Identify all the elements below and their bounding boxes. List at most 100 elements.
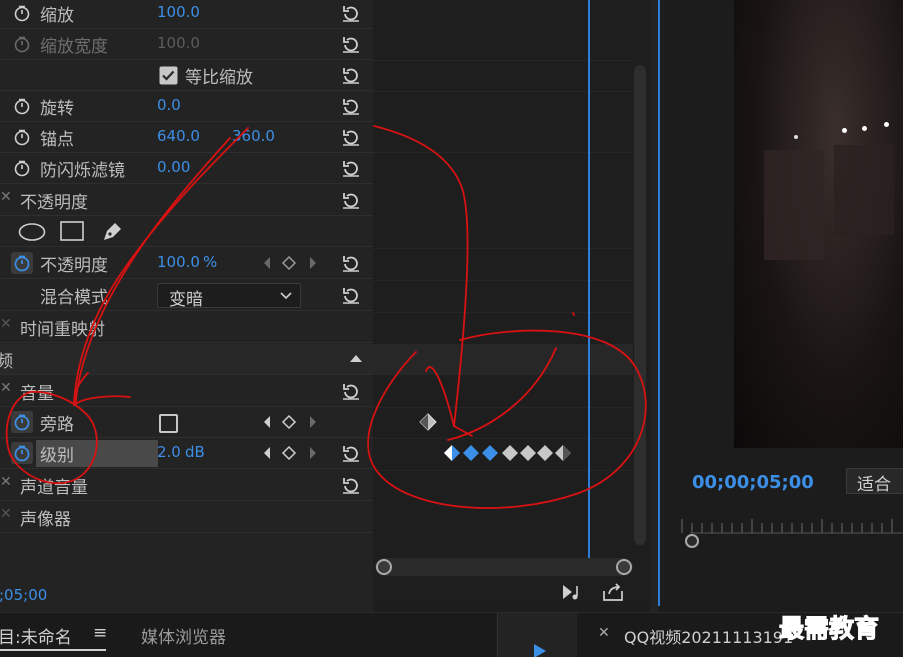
reset-icon[interactable] <box>340 442 362 464</box>
keyframes-level[interactable] <box>443 444 573 462</box>
scale-value[interactable]: 100.0 <box>157 3 200 21</box>
reset-icon[interactable] <box>340 64 362 86</box>
video-frame[interactable] <box>734 0 903 448</box>
close-icon[interactable]: ✕ <box>0 474 12 490</box>
opacity-value[interactable]: 100.0 <box>157 253 200 271</box>
reset-icon[interactable] <box>340 95 362 117</box>
reset-icon[interactable] <box>340 252 362 274</box>
stopwatch-active-icon[interactable] <box>11 442 33 464</box>
export-icon[interactable] <box>601 582 625 602</box>
anchor-y-value[interactable]: 360.0 <box>232 127 275 145</box>
property-label: 旁路 <box>40 415 74 435</box>
selection-tool-icon[interactable] <box>532 643 548 657</box>
stopwatch-active-icon[interactable] <box>11 252 33 274</box>
stopwatch-icon <box>14 36 30 53</box>
keyframe-timeline[interactable] <box>373 0 650 605</box>
reset-icon[interactable] <box>340 2 362 24</box>
zoom-handle-left[interactable] <box>376 559 392 575</box>
effect-controls-timecode[interactable]: ;05;00 <box>0 586 47 604</box>
fit-dropdown[interactable]: 适合 <box>846 468 903 495</box>
reset-icon[interactable] <box>340 126 362 148</box>
project-tab[interactable]: 目:未命名 <box>0 623 72 648</box>
reset-icon[interactable] <box>340 380 362 402</box>
bypass-checkbox[interactable] <box>159 414 178 433</box>
reset-icon[interactable] <box>340 157 362 179</box>
media-browser-tab[interactable]: 媒体浏览器 <box>141 623 226 648</box>
play-audio-icon[interactable] <box>561 582 585 602</box>
track-divider <box>373 152 633 153</box>
property-row-blend-mode: 混合模式 变暗 <box>0 280 373 311</box>
reset-icon[interactable] <box>340 474 362 496</box>
ellipse-mask-icon[interactable] <box>18 222 46 242</box>
close-icon[interactable]: ✕ <box>0 316 12 332</box>
collapse-up-icon[interactable] <box>349 353 363 363</box>
playhead[interactable] <box>588 0 590 560</box>
source-tab[interactable]: QQ视频20211113191 <box>624 624 793 648</box>
zoom-handle-right[interactable] <box>616 559 632 575</box>
reset-icon[interactable] <box>340 189 362 211</box>
effect-name: 声像器 <box>20 510 71 530</box>
section-label: 频 <box>0 352 13 372</box>
stopwatch-icon[interactable] <box>13 128 31 146</box>
close-icon[interactable]: ✕ <box>0 380 12 396</box>
video-shape <box>764 150 824 260</box>
property-label: 缩放宽度 <box>40 37 108 57</box>
effect-name: 声道音量 <box>20 478 88 498</box>
level-unit: dB <box>185 443 205 461</box>
active-tab-underline <box>0 649 106 651</box>
rectangle-mask-icon[interactable] <box>60 221 84 241</box>
property-row-level: 级别 2.0 dB <box>0 438 373 469</box>
keyframe-bypass[interactable] <box>419 413 437 431</box>
video-shape <box>834 145 894 235</box>
effect-header-volume[interactable]: ✕ 音量 <box>0 376 373 407</box>
close-icon[interactable]: ✕ <box>0 189 12 205</box>
close-icon[interactable]: ✕ <box>598 625 610 641</box>
keyframe-navigator[interactable] <box>262 445 318 461</box>
effect-header-opacity[interactable]: ✕ 不透明度 <box>0 185 373 216</box>
track-divider <box>373 60 633 61</box>
stopwatch-icon[interactable] <box>13 4 31 22</box>
keyframe-navigator[interactable] <box>262 414 318 430</box>
track-divider <box>373 248 633 249</box>
pen-mask-icon[interactable] <box>100 220 124 244</box>
reset-icon[interactable] <box>340 284 362 306</box>
chevron-down-icon <box>280 292 292 300</box>
effect-controls-footer: ;05;00 <box>0 580 373 612</box>
panel-menu-icon[interactable]: ≡ <box>93 623 107 643</box>
effect-name: 音量 <box>20 384 54 404</box>
close-icon[interactable]: ✕ <box>0 506 12 522</box>
effect-header-time-remap[interactable]: ✕ 时间重映射 <box>0 312 373 343</box>
watermark: 最需教育 <box>778 614 880 644</box>
vertical-scrollbar[interactable] <box>634 65 646 545</box>
blend-mode-dropdown[interactable]: 变暗 <box>157 283 301 310</box>
program-timecode[interactable]: 00;00;05;00 <box>692 472 814 493</box>
track-divider <box>373 280 633 281</box>
audio-section-header[interactable]: 频 <box>0 344 373 375</box>
track-divider <box>373 91 633 92</box>
horizontal-zoom-scrollbar[interactable] <box>375 558 633 576</box>
level-value[interactable]: 2.0 <box>157 443 181 461</box>
effect-header-panner[interactable]: ✕ 声像器 <box>0 502 373 533</box>
track-divider <box>373 312 633 313</box>
reset-icon[interactable] <box>340 33 362 55</box>
scale-width-value: 100.0 <box>157 34 200 52</box>
panel-border <box>650 0 658 612</box>
property-row-rotation: 旋转 0.0 <box>0 91 373 122</box>
property-label: 防闪烁滤镜 <box>40 161 125 181</box>
stopwatch-icon[interactable] <box>13 97 31 115</box>
video-light <box>842 128 847 133</box>
rotation-value[interactable]: 0.0 <box>157 96 181 114</box>
stopwatch-icon[interactable] <box>13 159 31 177</box>
effect-controls-panel: 缩放 100.0 缩放宽度 100.0 等比缩放 旋转 0.0 锚点 640.0… <box>0 0 373 580</box>
effect-header-channel-volume[interactable]: ✕ 声道音量 <box>0 470 373 501</box>
uniform-scale-checkbox[interactable] <box>159 66 178 85</box>
track-divider <box>373 470 633 471</box>
anti-flicker-value[interactable]: 0.00 <box>157 158 190 176</box>
tools-panel <box>497 613 577 657</box>
stopwatch-active-icon[interactable] <box>11 411 33 433</box>
property-label: 级别 <box>40 446 74 466</box>
keyframe-navigator[interactable] <box>262 255 318 271</box>
property-row-anchor: 锚点 640.0 360.0 <box>0 122 373 153</box>
program-time-ruler[interactable] <box>680 513 903 553</box>
anchor-x-value[interactable]: 640.0 <box>157 127 200 145</box>
